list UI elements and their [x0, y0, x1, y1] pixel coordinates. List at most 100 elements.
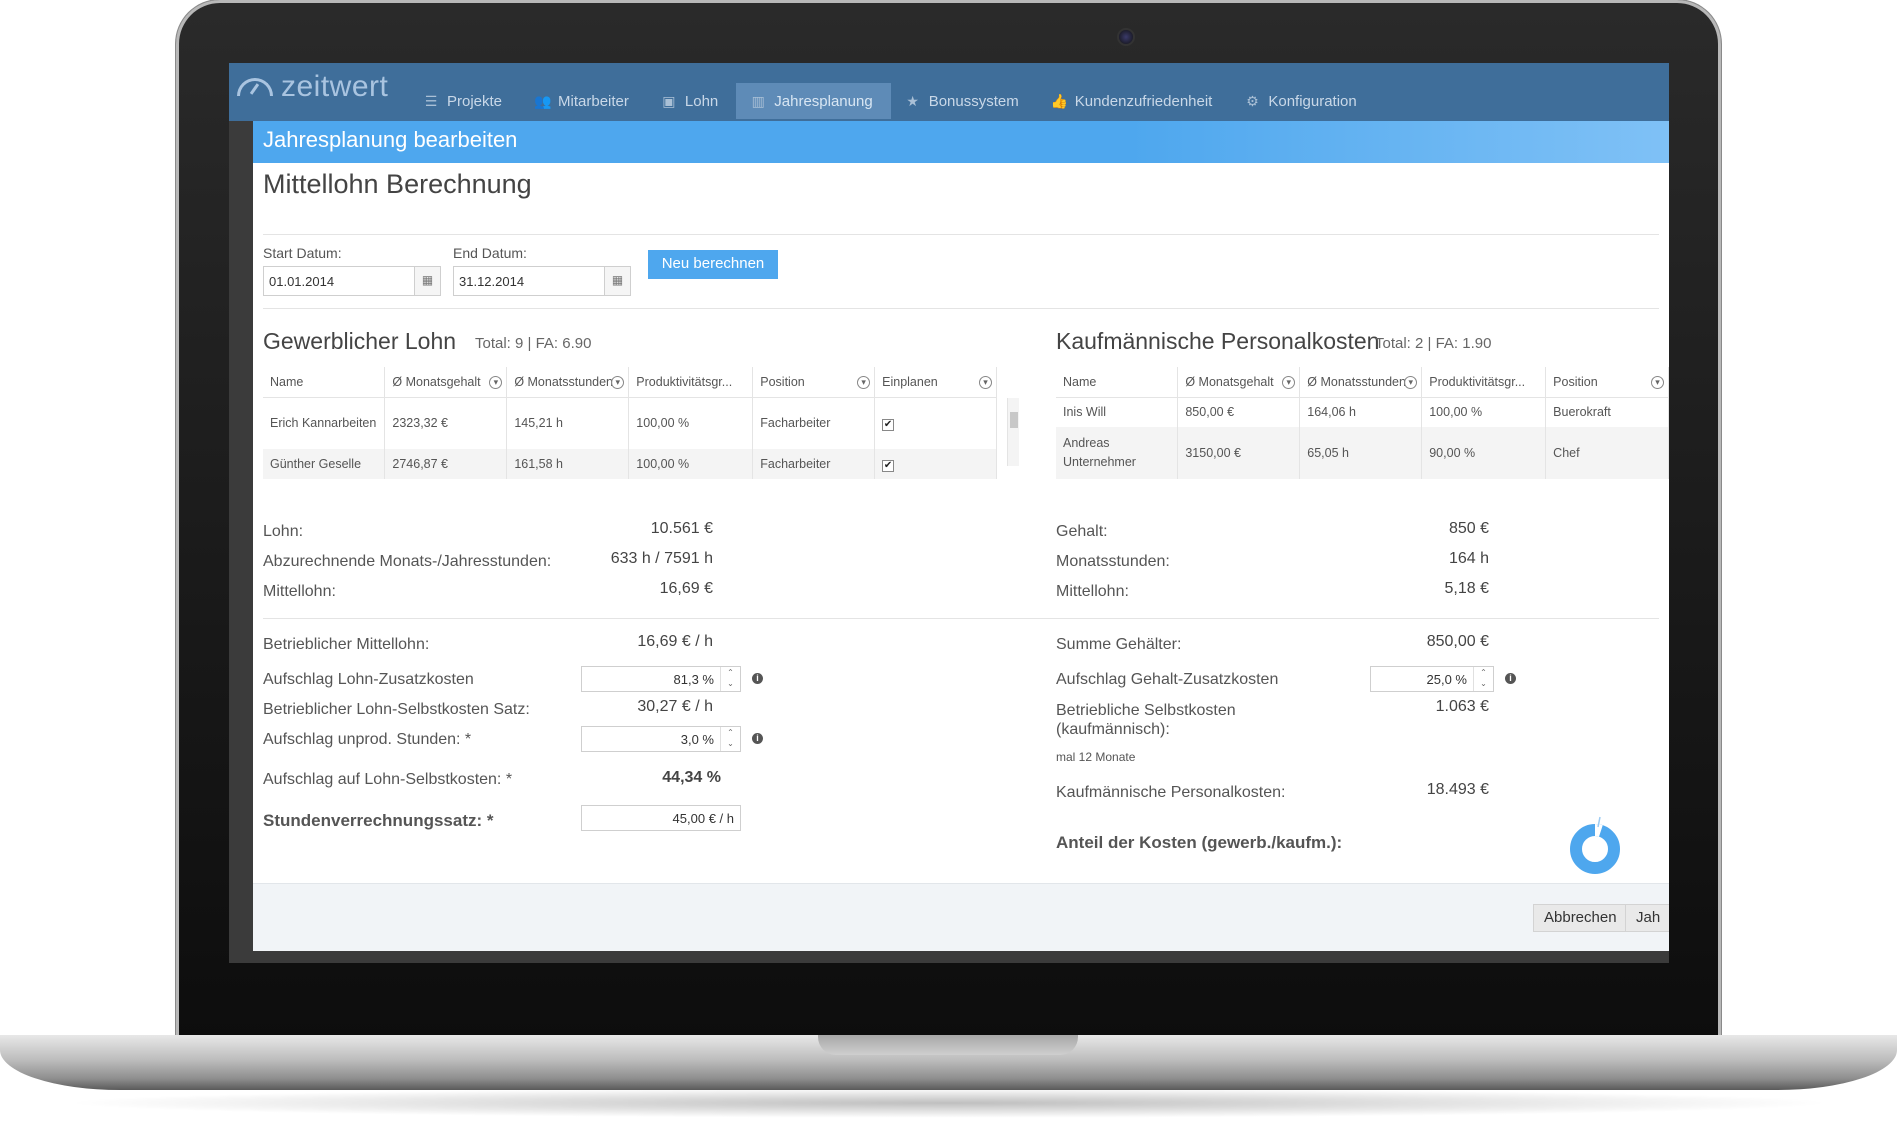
- col-produktivitaet[interactable]: Produktivitätsgr...: [628, 367, 754, 398]
- calendar-icon[interactable]: ▦: [604, 267, 630, 295]
- col-name[interactable]: Name: [263, 367, 386, 398]
- aufschlag-zusatz-input[interactable]: 81,3 % ⌃ ⌄: [581, 666, 741, 692]
- col-einplanen[interactable]: Einplanen ▾: [874, 367, 997, 398]
- cell-position: Buerokraft: [1545, 397, 1669, 427]
- nav-item-projekte[interactable]: ☰ Projekte: [409, 83, 520, 119]
- aufschlag-gehalt-value: 25,0 %: [1426, 672, 1467, 687]
- table-scrollbar[interactable]: [1007, 398, 1019, 466]
- unprod-input[interactable]: 3,0 % ⌃ ⌄: [581, 726, 741, 752]
- stundensatz-value: 45,00 € / h: [672, 811, 734, 826]
- spinner-arrows-icon[interactable]: ⌃ ⌄: [1473, 667, 1493, 691]
- lohn-value: 10.561 €: [650, 520, 713, 537]
- lohn-label: Lohn:: [263, 523, 304, 540]
- col-label: Name: [1063, 374, 1097, 389]
- kaufmaennisch-table: Name Ø Monatsgehalt ▾ Ø Monatsstunden ▾ Pr…: [1056, 367, 1669, 479]
- cell-einplanen: ✔: [874, 397, 997, 449]
- calendar-icon[interactable]: ▦: [414, 267, 440, 295]
- cancel-button[interactable]: Abbrechen: [1533, 904, 1628, 932]
- cell-prod: 100,00 %: [628, 449, 754, 479]
- col-label: Produktivitätsgr...: [636, 374, 733, 389]
- page-title: Mittellohn Berechnung: [263, 169, 532, 199]
- users-icon: 👥: [534, 92, 552, 109]
- table-row[interactable]: Andreas Unternehmer 3150,00 € 65,05 h 90…: [1056, 427, 1669, 479]
- table-row[interactable]: Inis Will 850,00 € 164,06 h 100,00 % Bue…: [1056, 397, 1669, 427]
- cell-gehalt: 2323,32 €: [384, 397, 508, 449]
- end-date-input[interactable]: 31.12.2014 ▦: [453, 266, 631, 296]
- gewerblich-title: Gewerblicher Lohn: [263, 328, 457, 354]
- stundensatz-label: Stundenverrechnungssatz: *: [263, 811, 494, 830]
- col-label: Position: [1553, 374, 1598, 389]
- spinner-arrows-icon[interactable]: ⌃ ⌄: [720, 727, 740, 751]
- betr-mittellohn-value: 16,69 € / h: [637, 633, 713, 650]
- dialog-title: Jahresplanung bearbeiten: [253, 121, 1669, 163]
- mittellohn-kaufm-value: 5,18 €: [1444, 580, 1489, 597]
- info-icon[interactable]: i: [752, 733, 763, 744]
- col-position[interactable]: Position ▾: [1545, 367, 1669, 398]
- nav-item-konfiguration[interactable]: ⚙ Konfiguration: [1230, 83, 1374, 119]
- scrollbar-thumb[interactable]: [1010, 412, 1018, 428]
- aufschlag-zusatz-value: 81,3 %: [673, 672, 714, 687]
- col-position[interactable]: Position ▾: [752, 367, 876, 398]
- cell-position: Chef: [1545, 427, 1669, 479]
- nav-item-mitarbeiter[interactable]: 👥 Mitarbeiter: [520, 83, 647, 119]
- nav-label: Bonussystem: [928, 92, 1019, 110]
- info-icon[interactable]: i: [752, 673, 763, 684]
- logo-text: zeitwert: [281, 70, 389, 103]
- aufschlag-gehalt-input[interactable]: 25,0 % ⌃ ⌄: [1370, 666, 1494, 692]
- col-monatsgehalt[interactable]: Ø Monatsgehalt ▾: [384, 367, 508, 398]
- nav-item-lohn[interactable]: ▣ Lohn: [647, 83, 736, 119]
- save-button[interactable]: Jah: [1625, 904, 1669, 932]
- personalkosten-value: 18.493 €: [1426, 781, 1489, 798]
- nav-item-bonussystem[interactable]: ★ Bonussystem: [891, 83, 1037, 119]
- kaufmaennisch-title: Kaufmännische Personalkosten: [1056, 328, 1380, 354]
- table-row[interactable]: Erich Kannarbeiten 2323,32 € 145,21 h 10…: [263, 397, 997, 449]
- col-label: Einplanen: [882, 374, 938, 389]
- summe-label: Summe Gehälter:: [1056, 636, 1182, 653]
- col-label: Position: [760, 374, 805, 389]
- table-row[interactable]: Günther Geselle 2746,87 € 161,58 h 100,0…: [263, 449, 997, 479]
- money-icon: ▣: [662, 92, 676, 109]
- spinner-arrows-icon[interactable]: ⌃ ⌄: [720, 667, 740, 691]
- summe-value: 850,00 €: [1426, 633, 1489, 650]
- filter-icon[interactable]: ▾: [979, 376, 992, 389]
- einplanen-checkbox[interactable]: ✔: [882, 459, 895, 472]
- aufschlag-selbst-value: 44,34 %: [662, 769, 721, 786]
- filter-icon[interactable]: ▾: [611, 376, 625, 389]
- laptop-notch: [818, 1035, 1078, 1055]
- col-name[interactable]: Name: [1056, 367, 1179, 398]
- einplanen-checkbox[interactable]: ✔: [882, 418, 895, 431]
- col-monatsstunden[interactable]: Ø Monatsstunden ▾: [506, 367, 630, 398]
- gehalt-label: Gehalt:: [1056, 523, 1108, 540]
- start-date-input[interactable]: 01.01.2014 ▦: [263, 266, 441, 296]
- col-label: Ø Monatsstunden: [514, 374, 613, 389]
- camera-icon: [1117, 28, 1135, 46]
- col-monatsstunden[interactable]: Ø Monatsstunden ▾: [1299, 367, 1423, 398]
- stundensatz-input[interactable]: 45,00 € / h: [581, 805, 741, 831]
- filter-icon[interactable]: ▾: [1282, 376, 1296, 389]
- col-produktivitaet[interactable]: Produktivitätsgr...: [1421, 367, 1547, 398]
- jahresplanung-dialog: Jahresplanung bearbeiten Mittellohn Bere…: [253, 121, 1669, 951]
- recalculate-button[interactable]: Neu berechnen: [648, 250, 778, 279]
- cell-prod: 100,00 %: [628, 397, 754, 449]
- filter-icon[interactable]: ▾: [1404, 376, 1418, 389]
- nav-label: Konfiguration: [1268, 92, 1357, 110]
- anteil-label: Anteil der Kosten (gewerb./kaufm.):: [1056, 833, 1343, 852]
- info-icon[interactable]: i: [1505, 673, 1516, 684]
- laptop-mockup: zeitwert ☰ Projekte 👥 Mitarbeiter ▣ Lohn ▥ J…: [0, 0, 1897, 1133]
- nav-item-kundenzufriedenheit[interactable]: 👍 Kundenzufriedenheit: [1037, 83, 1231, 119]
- filter-icon[interactable]: ▾: [857, 376, 871, 389]
- cell-einplanen: ✔: [874, 449, 997, 479]
- laptop-shadow: [60, 1088, 1837, 1118]
- col-monatsgehalt[interactable]: Ø Monatsgehalt ▾: [1177, 367, 1301, 398]
- end-date-label: End Datum:: [453, 245, 527, 261]
- stunden-value: 633 h / 7591 h: [610, 550, 713, 567]
- cell-name: Günther Geselle: [263, 449, 386, 479]
- cell-stunden: 161,58 h: [506, 449, 630, 479]
- col-label: Produktivitätsgr...: [1429, 374, 1526, 389]
- logo[interactable]: zeitwert: [237, 67, 388, 107]
- filter-icon[interactable]: ▾: [489, 376, 503, 389]
- filter-icon[interactable]: ▾: [1651, 376, 1664, 389]
- selbstkosten-note: mal 12 Monate: [1056, 750, 1136, 764]
- nav-item-jahresplanung[interactable]: ▥ Jahresplanung: [736, 83, 891, 119]
- gehalt-value: 850 €: [1448, 520, 1489, 537]
